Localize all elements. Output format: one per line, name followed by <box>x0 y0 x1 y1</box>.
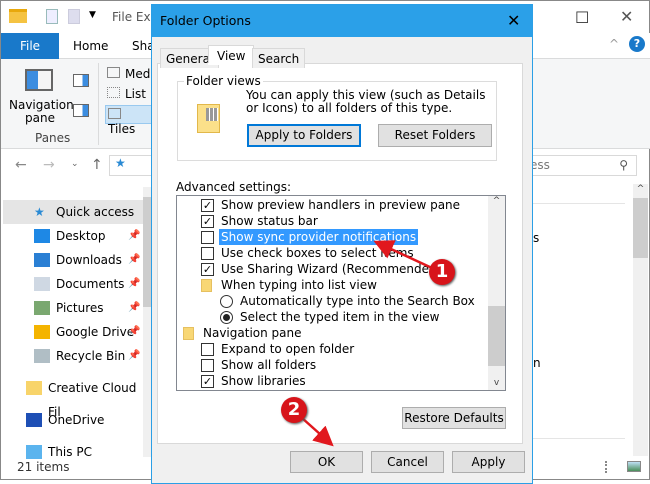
annotation-arrow-1 <box>373 240 433 270</box>
annotation-arrow-2 <box>301 417 334 447</box>
annotation-badge-2: 2 <box>281 397 307 423</box>
annotation-arrows <box>301 240 433 447</box>
annotation-badge-1: 1 <box>429 259 455 285</box>
